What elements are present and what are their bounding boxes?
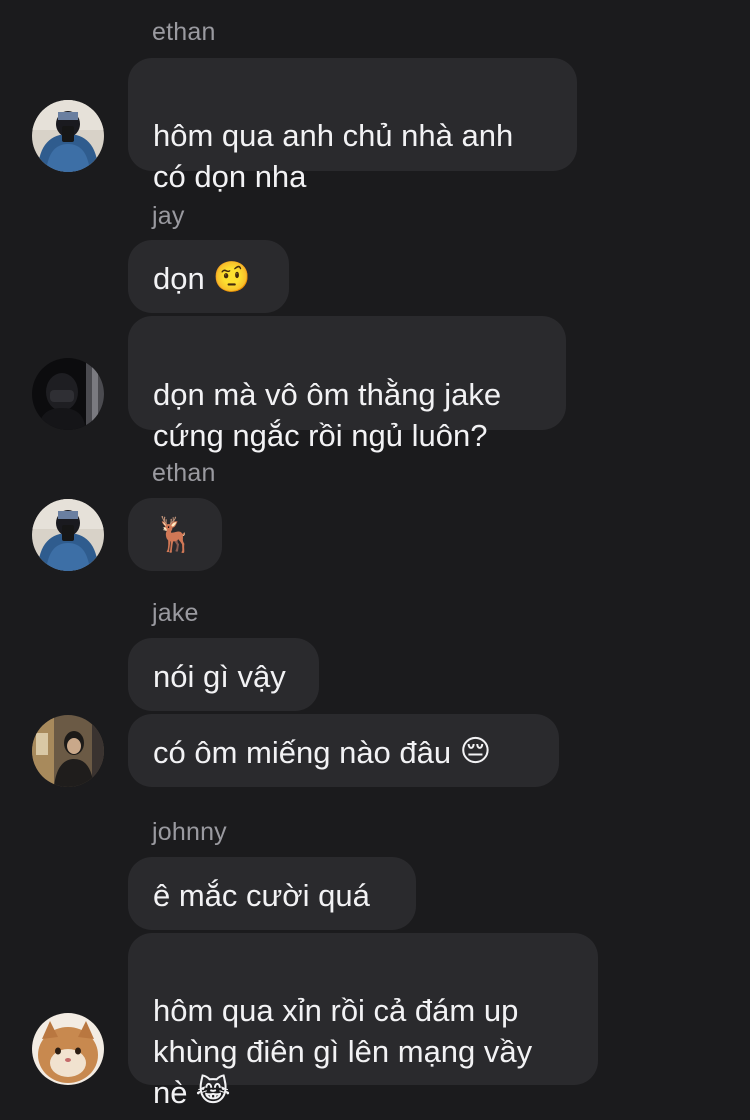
message-bubble[interactable]: nói gì vậy [128, 638, 319, 711]
ethan-avatar[interactable] [32, 499, 104, 571]
message-text: dọn [153, 261, 205, 296]
message-text: hôm qua anh chủ nhà anh có dọn nha [153, 118, 514, 194]
deer-emoji-icon: 🦌 [153, 515, 197, 556]
message-bubble[interactable]: hôm qua xỉn rồi cả đám up khùng điên gì … [128, 933, 598, 1110]
message-text: nói gì vậy [153, 659, 286, 694]
message-bubble[interactable]: ê mắc cười quá [128, 857, 416, 930]
message-text: ê mắc cười quá [153, 878, 370, 913]
johnny-avatar[interactable] [32, 1013, 104, 1085]
message-bubble[interactable]: dọn mà vô ôm thằng jake cứng ngắc rồi ng… [128, 316, 566, 453]
sender-name-ethan: ethan [152, 18, 216, 46]
sender-name-jay: jay [152, 202, 185, 230]
sender-name-ethan: ethan [152, 459, 216, 487]
message-text: có ôm miếng nào đâu [153, 735, 452, 770]
crying-cat-emoji-icon: 😹 [195, 1074, 231, 1110]
ethan-avatar[interactable] [32, 100, 104, 172]
message-text: dọn mà vô ôm thằng jake cứng ngắc rồi ng… [153, 377, 502, 453]
sender-name-jake: jake [152, 599, 199, 627]
message-bubble[interactable]: dọn 🤨 [128, 240, 289, 313]
message-bubble[interactable]: có ôm miếng nào đâu 😔 [128, 714, 559, 787]
message-bubble[interactable]: hôm qua anh chủ nhà anh có dọn nha [128, 58, 577, 194]
raised-eyebrow-emoji-icon: 🤨 [213, 260, 251, 296]
message-bubble[interactable]: 🦌 [128, 498, 222, 571]
jay-avatar[interactable] [32, 358, 104, 430]
jake-avatar[interactable] [32, 715, 104, 787]
sender-name-johnny: johnny [152, 818, 227, 846]
pensive-face-emoji-icon: 😔 [459, 734, 492, 770]
